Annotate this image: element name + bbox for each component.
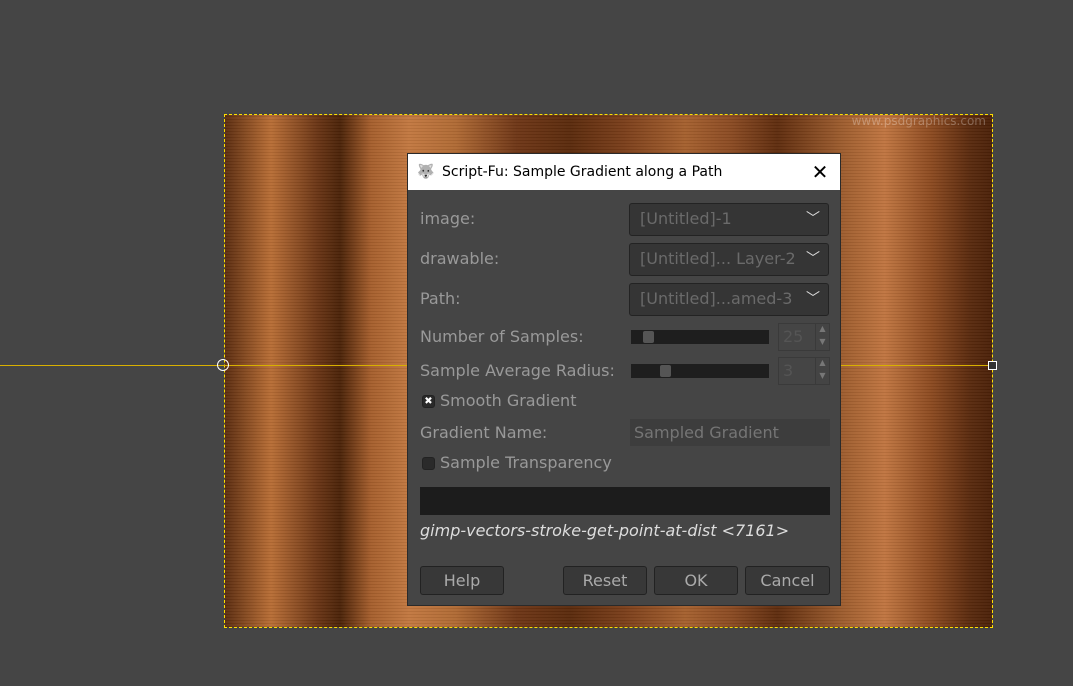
radius-spinbox[interactable]: 3 ▲ ▼ <box>778 357 830 385</box>
radius-slider[interactable] <box>631 364 769 378</box>
smooth-gradient-checkbox[interactable]: ✖ <box>422 395 435 408</box>
progress-bar <box>420 487 830 515</box>
image-select-value: [Untitled]-1 <box>640 209 732 228</box>
chevron-down-icon: ﹀ <box>806 288 820 308</box>
path-select-value: [Untitled]...amed-3 <box>640 289 793 308</box>
dialog-title: Script-Fu: Sample Gradient along a Path <box>442 164 723 180</box>
image-label: image: <box>420 209 476 228</box>
smooth-gradient-label: Smooth Gradient <box>440 391 577 410</box>
path-anchor-end[interactable] <box>988 361 997 370</box>
radius-label: Sample Average Radius: <box>420 361 615 380</box>
drawable-select-value: [Untitled]... Layer-2 <box>640 249 796 268</box>
script-fu-dialog: 🐺 Script-Fu: Sample Gradient along a Pat… <box>407 153 841 606</box>
gimp-icon: 🐺 <box>417 164 435 180</box>
samples-spinbox[interactable]: 25 ▲ ▼ <box>778 323 830 351</box>
watermark: www.psdgraphics.com <box>851 114 986 128</box>
spin-up-icon[interactable]: ▲ <box>815 358 829 371</box>
chevron-down-icon: ﹀ <box>806 211 820 227</box>
ok-button[interactable]: OK <box>654 566 738 595</box>
path-select[interactable]: [Untitled]...amed-3 ﹀ <box>629 283 829 316</box>
spin-down-icon[interactable]: ▼ <box>815 337 829 350</box>
spin-down-icon[interactable]: ▼ <box>815 371 829 384</box>
path-anchor-start[interactable] <box>217 359 229 371</box>
slider-thumb[interactable] <box>660 365 671 377</box>
samples-label: Number of Samples: <box>420 327 584 346</box>
chevron-down-icon: ﹀ <box>806 248 820 268</box>
sample-transparency-label: Sample Transparency <box>440 453 612 472</box>
path-label: Path: <box>420 289 461 308</box>
help-button[interactable]: Help <box>420 566 504 595</box>
slider-thumb[interactable] <box>643 331 654 343</box>
samples-slider[interactable] <box>631 330 769 344</box>
gradient-name-label: Gradient Name: <box>420 423 548 442</box>
drawable-label: drawable: <box>420 249 500 268</box>
reset-button[interactable]: Reset <box>563 566 647 595</box>
gradient-name-input[interactable] <box>630 419 830 446</box>
radius-value: 3 <box>783 361 794 380</box>
status-text: gimp-vectors-stroke-get-point-at-dist <7… <box>420 521 790 540</box>
samples-value: 25 <box>783 327 804 346</box>
drawable-select[interactable]: [Untitled]... Layer-2 ﹀ <box>629 243 829 276</box>
title-bar: 🐺 Script-Fu: Sample Gradient along a Pat… <box>408 154 840 190</box>
spin-up-icon[interactable]: ▲ <box>815 324 829 337</box>
close-icon[interactable]: ✕ <box>800 160 840 184</box>
image-select[interactable]: [Untitled]-1 ﹀ <box>629 203 829 236</box>
sample-transparency-checkbox[interactable] <box>422 457 435 470</box>
cancel-button[interactable]: Cancel <box>745 566 830 595</box>
